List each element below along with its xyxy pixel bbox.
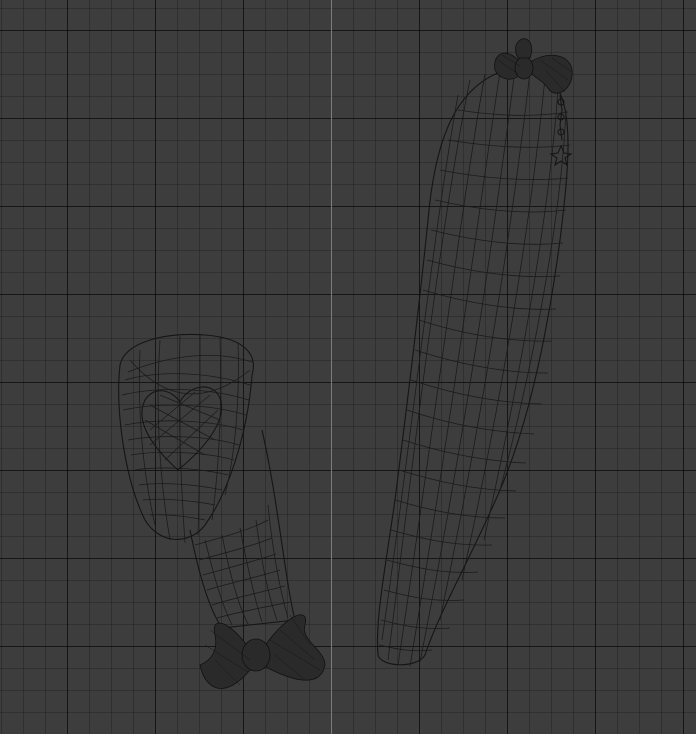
right-leg-mesh[interactable] [0, 0, 696, 734]
3d-viewport[interactable] [0, 0, 696, 734]
right-bow [494, 38, 573, 94]
right-leg-body [376, 68, 571, 667]
